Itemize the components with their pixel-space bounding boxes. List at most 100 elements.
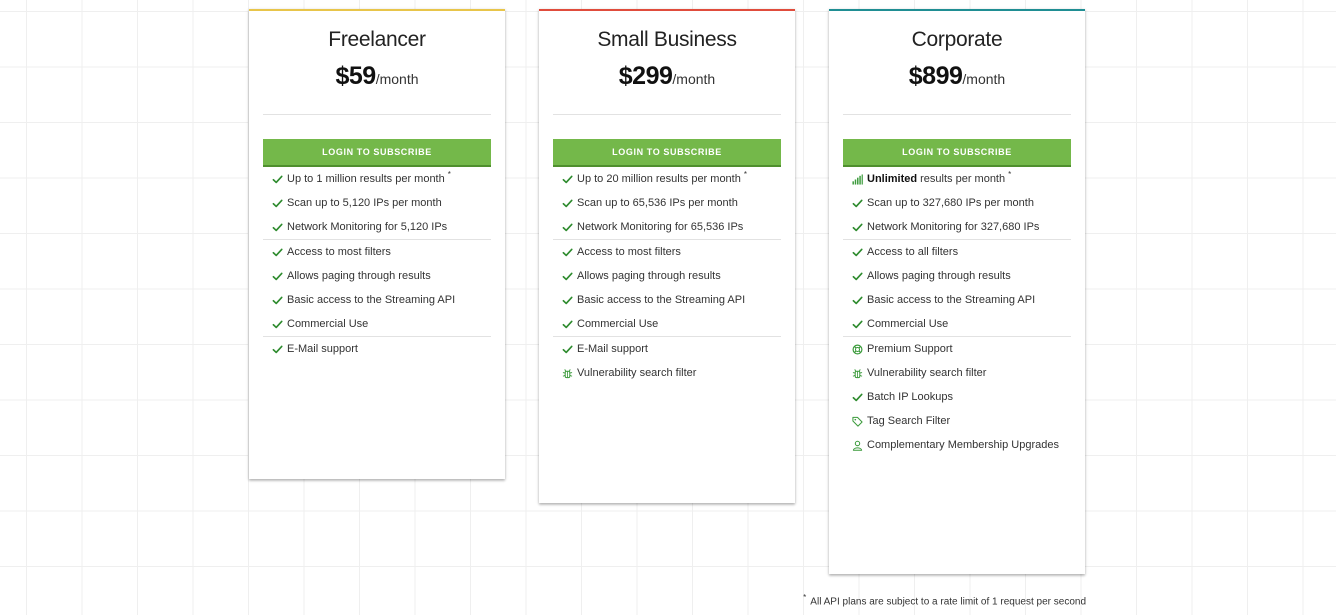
feature-item: Basic access to the Streaming API [843,288,1071,312]
feature-list: E-Mail support [249,337,505,361]
check-icon [562,271,573,282]
feature-text: Network Monitoring for 65,536 IPs [577,221,744,233]
feature-text: Access to most filters [577,246,681,258]
feature-text: Premium Support [867,343,953,355]
login-to-subscribe-button[interactable]: LOGIN TO SUBSCRIBE [843,139,1071,167]
feature-item: Vulnerability search filter [843,361,1071,385]
divider [263,114,491,115]
feature-item: Network Monitoring for 65,536 IPs [553,215,781,239]
feature-text: Network Monitoring for 327,680 IPs [867,221,1040,233]
feature-text: Access to all filters [867,246,959,258]
check-icon [562,295,573,306]
check-icon [562,222,573,233]
plan-card-corporate: Corporate $899/month LOGIN TO SUBSCRIBE Unl… [829,9,1085,574]
price-period: /month [962,71,1006,87]
bug-icon [852,368,863,379]
plan-card-freelancer: Freelancer $59/month LOGIN TO SUBSCRIBE Up … [249,9,505,479]
feature-item: Batch IP Lookups [843,385,1071,409]
check-icon [272,222,283,233]
feature-list: Access to all filters Allows paging throu… [829,240,1085,336]
feature-text: Up to 20 million results per month [577,173,741,185]
check-icon [852,392,863,403]
feature-list: Access to most filters Allows paging thro… [539,240,795,336]
feature-item: Access to most filters [263,240,491,264]
feature-item: Complementary Membership Upgrades [843,433,1071,457]
plan-name: Freelancer [328,28,426,51]
feature-item: Network Monitoring for 327,680 IPs [843,215,1071,239]
feature-list: Premium Support Vulnerability search filt… [829,337,1085,457]
feature-text: Allows paging through results [287,270,431,282]
feature-item: Allows paging through results [263,264,491,288]
feature-item: Scan up to 5,120 IPs per month [263,191,491,215]
feature-text: Commercial Use [867,318,949,330]
login-to-subscribe-button[interactable]: LOGIN TO SUBSCRIBE [263,139,491,167]
price-amount: $59 [335,62,376,90]
divider [553,114,781,115]
feature-list: Unlimited results per month * Scan up to 32… [829,167,1085,239]
check-icon [562,174,573,185]
feature-item: Vulnerability search filter [553,361,781,385]
price-amount: $299 [618,62,673,90]
feature-item: Commercial Use [263,312,491,336]
price-period: /month [672,71,716,87]
feature-item: Access to all filters [843,240,1071,264]
feature-text: Allows paging through results [577,270,721,282]
footnote-text: All API plans are subject to a rate limi… [810,596,1086,608]
rate-limit-footnote: * All API plans are subject to a rate lim… [803,593,1086,607]
feature-item: E-Mail support [553,337,781,361]
price-amount: $899 [908,62,963,90]
feature-text: Access to most filters [287,246,391,258]
plan-price: $59/month [249,61,505,91]
check-icon [852,319,863,330]
feature-list: Up to 20 million results per month * Scan … [539,167,795,239]
feature-text: Commercial Use [577,318,659,330]
check-icon [272,247,283,258]
feature-item: Scan up to 327,680 IPs per month [843,191,1071,215]
plan-name: Corporate [911,28,1003,51]
feature-text: Network Monitoring for 5,120 IPs [287,221,448,233]
feature-item: Commercial Use [553,312,781,336]
bug-icon [562,368,573,379]
feature-item: Up to 1 million results per month * [263,167,491,191]
feature-asterisk: * [743,170,747,179]
feature-item: Allows paging through results [553,264,781,288]
feature-text: E-Mail support [287,343,358,355]
user-icon [852,440,863,451]
plan-name: Small Business [597,28,737,51]
feature-item: Basic access to the Streaming API [553,288,781,312]
feature-list: Up to 1 million results per month * Scan u… [249,167,505,239]
feature-item: Unlimited results per month * [843,167,1071,191]
check-icon [562,198,573,209]
feature-text: E-Mail support [577,343,648,355]
check-icon [562,319,573,330]
feature-text: Vulnerability search filter [867,367,987,379]
feature-text: Complementary Membership Upgrades [867,439,1059,451]
check-icon [852,247,863,258]
feature-asterisk: * [1008,170,1012,179]
feature-item: Tag Search Filter [843,409,1071,433]
feature-item: Network Monitoring for 5,120 IPs [263,215,491,239]
check-icon [272,344,283,355]
feature-text: Commercial Use [287,318,369,330]
feature-text: Tag Search Filter [867,415,951,427]
feature-text: Up to 1 million results per month [287,173,445,185]
feature-item: Up to 20 million results per month * [553,167,781,191]
feature-item: Scan up to 65,536 IPs per month [553,191,781,215]
feature-text: Basic access to the Streaming API [577,294,746,306]
check-icon [852,271,863,282]
feature-item: Access to most filters [553,240,781,264]
feature-list: Access to most filters Allows paging thro… [249,240,505,336]
plan-price: $899/month [829,61,1085,91]
feature-text: Basic access to the Streaming API [287,294,456,306]
feature-text: Scan up to 5,120 IPs per month [287,197,442,209]
check-icon [562,247,573,258]
check-icon [852,295,863,306]
feature-list: E-Mail support Vulnerability search filte… [539,337,795,385]
footnote-asterisk: * [803,593,807,602]
feature-text: Allows paging through results [867,270,1011,282]
feature-text: Vulnerability search filter [577,367,697,379]
signal-bars-icon [852,173,863,185]
feature-text: Batch IP Lookups [867,391,954,403]
feature-item: Basic access to the Streaming API [263,288,491,312]
check-icon [272,271,283,282]
